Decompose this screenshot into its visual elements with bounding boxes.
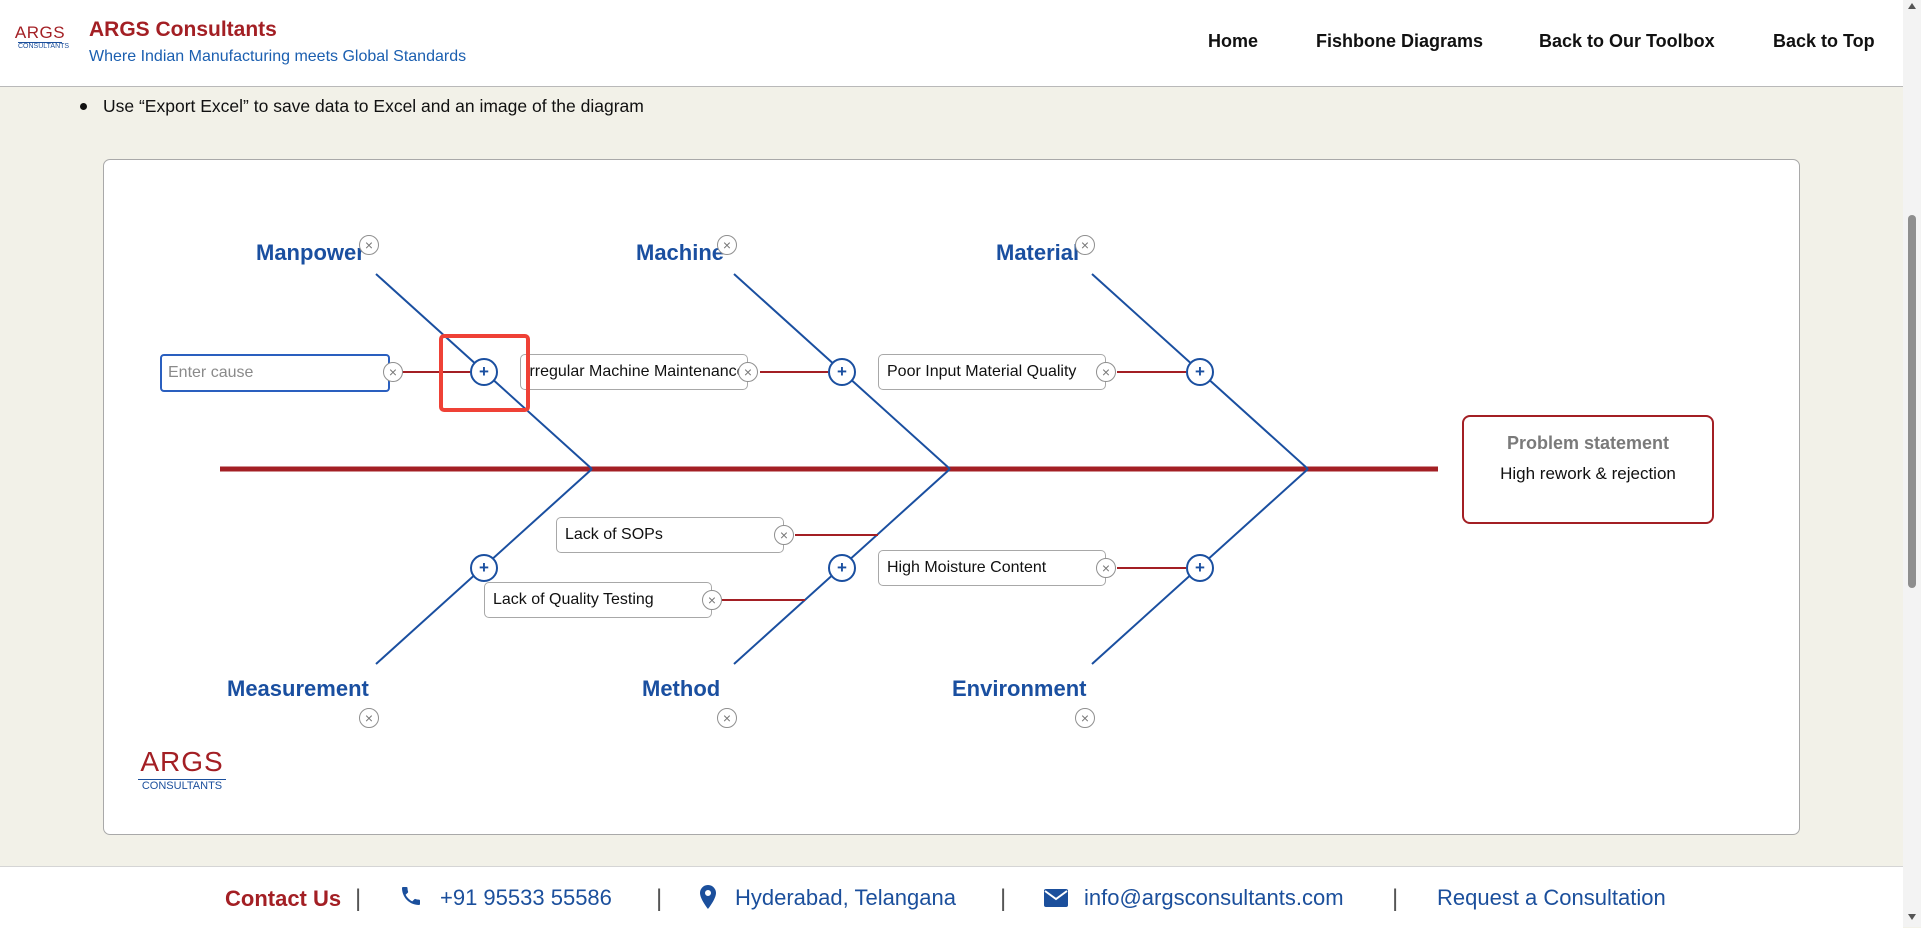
- remove-category-machine-icon[interactable]: ×: [717, 235, 737, 255]
- cause-box-measurement-1[interactable]: Lack of Quality Testing: [484, 582, 712, 618]
- footer-location[interactable]: Hyderabad, Telangana: [735, 885, 956, 911]
- remove-cause-material-icon[interactable]: ×: [1096, 362, 1116, 382]
- add-cause-environment-button[interactable]: +: [1186, 554, 1214, 582]
- problem-statement-box[interactable]: Problem statement High rework & rejectio…: [1462, 415, 1714, 524]
- footer-separator: |: [355, 885, 362, 912]
- diagram-logo: ARGS CONSULTANTS: [138, 747, 226, 793]
- remove-category-material-icon[interactable]: ×: [1075, 235, 1095, 255]
- remove-cause-method-1-icon[interactable]: ×: [774, 525, 794, 545]
- problem-statement-heading: Problem statement: [1506, 433, 1670, 453]
- category-label-material[interactable]: Material: [996, 240, 1079, 266]
- cause-box-environment-1[interactable]: High Moisture Content: [878, 550, 1106, 586]
- contact-us-label: Contact Us: [225, 886, 342, 911]
- remove-cause-machine-icon[interactable]: ×: [738, 362, 758, 382]
- footer-email[interactable]: info@argsconsultants.com: [1084, 885, 1344, 911]
- email-icon: [1044, 889, 1068, 907]
- site-footer: Contact Us | +91 95533 55586 | Hyderabad…: [0, 866, 1903, 928]
- remove-cause-manpower-new-icon[interactable]: ×: [383, 362, 403, 382]
- problem-statement-text[interactable]: High rework & rejection: [1464, 464, 1712, 484]
- category-label-environment[interactable]: Environment: [952, 676, 1086, 702]
- footer-phone[interactable]: +91 95533 55586: [440, 885, 612, 911]
- request-consultation-link[interactable]: Request a Consultation: [1437, 885, 1666, 911]
- diagram-logo-text-bottom: CONSULTANTS: [138, 779, 226, 793]
- diagram-logo-text-top: ARGS: [140, 746, 224, 777]
- add-cause-machine-button[interactable]: +: [828, 358, 856, 386]
- category-label-method[interactable]: Method: [642, 676, 720, 702]
- add-cause-method-button[interactable]: +: [828, 554, 856, 582]
- cause-box-material[interactable]: Poor Input Material Quality: [878, 354, 1106, 390]
- category-label-machine[interactable]: Machine: [636, 240, 724, 266]
- footer-separator: |: [1000, 885, 1007, 912]
- remove-category-method-icon[interactable]: ×: [717, 708, 737, 728]
- footer-separator: |: [656, 885, 663, 912]
- cause-box-method-1[interactable]: Lack of SOPs: [556, 517, 784, 553]
- category-label-manpower[interactable]: Manpower: [256, 240, 365, 266]
- add-cause-measurement-button[interactable]: +: [470, 554, 498, 582]
- highlight-marker: [439, 334, 530, 412]
- remove-category-measurement-icon[interactable]: ×: [359, 708, 379, 728]
- footer-separator: |: [1392, 885, 1399, 912]
- cause-box-machine[interactable]: Irregular Machine Maintenance: [520, 354, 748, 390]
- location-pin-icon: [700, 885, 716, 909]
- category-label-measurement[interactable]: Measurement: [227, 676, 369, 702]
- remove-category-manpower-icon[interactable]: ×: [359, 235, 379, 255]
- new-cause-input[interactable]: [160, 354, 390, 392]
- remove-category-environment-icon[interactable]: ×: [1075, 708, 1095, 728]
- add-cause-material-button[interactable]: +: [1186, 358, 1214, 386]
- phone-icon: [402, 887, 420, 905]
- remove-cause-environment-1-icon[interactable]: ×: [1096, 558, 1116, 578]
- remove-cause-measurement-1-icon[interactable]: ×: [702, 590, 722, 610]
